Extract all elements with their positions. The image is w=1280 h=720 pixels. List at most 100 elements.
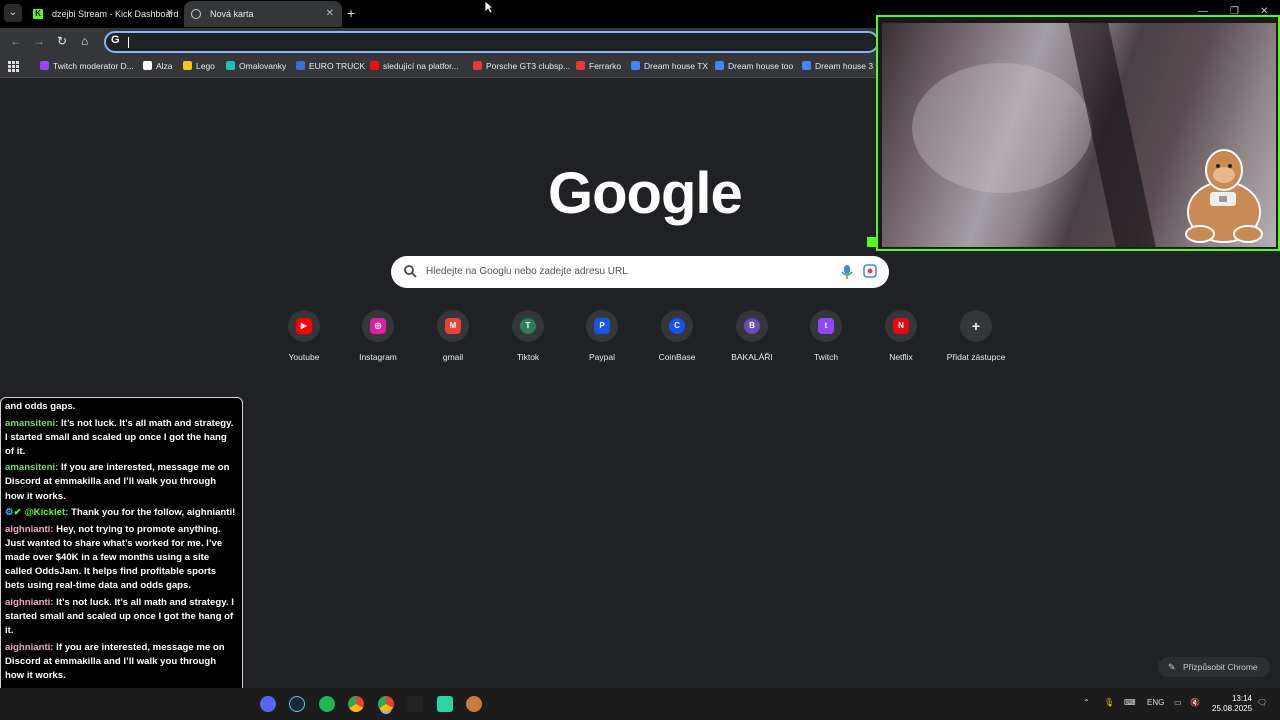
bot-badge-icon: ⚙ bbox=[5, 507, 14, 519]
tab-new-tab[interactable]: Nová karta ✕ bbox=[184, 1, 342, 27]
mouse-cursor-icon bbox=[484, 0, 494, 14]
chat-username: amansiteni: bbox=[5, 417, 59, 429]
google-logo: Google bbox=[548, 161, 743, 226]
notification-icon[interactable]: 🗨 bbox=[1257, 698, 1267, 707]
google-icon: G bbox=[111, 34, 120, 46]
page-icon bbox=[370, 61, 379, 70]
chat-username: amansiteni: bbox=[5, 462, 59, 474]
snowflake-icon bbox=[226, 61, 235, 70]
chat-username: aighnianti: bbox=[5, 523, 54, 535]
verified-badge-icon: ✔ bbox=[13, 507, 22, 519]
house-icon bbox=[715, 61, 724, 70]
chat-message: and odds gaps. bbox=[5, 400, 237, 414]
search-icon bbox=[404, 265, 417, 278]
chat-message: aighnianti: Hey, not trying to promote a… bbox=[5, 523, 237, 593]
steam-icon[interactable] bbox=[289, 696, 305, 712]
new-tab-button[interactable]: + bbox=[347, 5, 355, 21]
chrome-active-icon[interactable] bbox=[378, 696, 394, 712]
pencil-icon: ✎ bbox=[1168, 662, 1176, 672]
chrome-icon[interactable] bbox=[348, 696, 364, 712]
coinbase-icon: C bbox=[669, 318, 685, 334]
bookmark-porsche[interactable]: Porsche GT3 clubsp... bbox=[473, 60, 570, 72]
bookmark-dream-house-3[interactable]: Dream house 3 bbox=[802, 60, 873, 72]
stream-chat-overlay: and odds gaps. amansiteni: It’s not luck… bbox=[0, 397, 243, 720]
search-placeholder: Hledejte na Googlu nebo zadejte adresu U… bbox=[426, 266, 628, 277]
close-tab-icon[interactable]: ✕ bbox=[326, 1, 334, 27]
paypal-icon: P bbox=[594, 318, 610, 334]
audio-meter-icon[interactable] bbox=[407, 696, 423, 712]
kick-icon: K bbox=[33, 9, 43, 19]
bookmark-euro-truck[interactable]: EURO TRUCK bbox=[296, 60, 365, 72]
home-icon[interactable]: ⌂ bbox=[81, 34, 88, 48]
google-lens-icon[interactable] bbox=[863, 264, 877, 278]
app-icon[interactable] bbox=[437, 696, 453, 712]
gmail-icon: M bbox=[445, 318, 461, 334]
chat-message: aighnianti: If you are interested, messa… bbox=[5, 641, 237, 683]
network-icon[interactable]: ▭ bbox=[1174, 698, 1182, 707]
google-search-box[interactable]: Hledejte na Googlu nebo zadejte adresu U… bbox=[391, 256, 889, 288]
alza-icon bbox=[143, 61, 152, 70]
language-indicator[interactable]: ENG bbox=[1147, 698, 1164, 707]
microphone-icon[interactable]: 🎙 bbox=[1104, 698, 1114, 707]
bookmark-alza[interactable]: Alza bbox=[143, 60, 173, 72]
text-caret bbox=[128, 37, 129, 48]
globe-icon bbox=[191, 9, 201, 19]
plus-icon: + bbox=[968, 318, 984, 334]
chat-username: aighnianti: bbox=[5, 641, 54, 653]
clock-time: 13:14 bbox=[1231, 694, 1252, 703]
chat-text: and odds gaps. bbox=[5, 401, 76, 412]
address-bar[interactable]: G bbox=[104, 31, 879, 53]
twitch-icon bbox=[40, 61, 49, 70]
bookmark-lego[interactable]: Lego bbox=[183, 60, 215, 72]
shortcut-add[interactable]: + Přidat zástupce bbox=[931, 310, 1021, 362]
youtube-icon: ▶ bbox=[296, 318, 312, 334]
bookmark-twitch-moderator[interactable]: Twitch moderator D... bbox=[40, 60, 134, 72]
chat-username: @Kicklet: bbox=[24, 507, 69, 519]
car-icon bbox=[576, 61, 585, 70]
chat-message: amansiteni: It’s not luck. It’s all math… bbox=[5, 417, 237, 459]
close-tab-icon[interactable]: ✕ bbox=[166, 1, 174, 27]
resize-handle[interactable] bbox=[867, 237, 877, 247]
chat-username: aighnianti: bbox=[5, 596, 54, 608]
chat-message: ⚙✔ @Kicklet: Thank you for the follow, a… bbox=[5, 506, 237, 520]
clock-date: 25.08.2025 bbox=[1212, 704, 1253, 713]
forward-icon[interactable]: → bbox=[33, 34, 45, 48]
apps-grid-icon[interactable] bbox=[8, 61, 19, 72]
bookmark-omalovanky[interactable]: Omalovanky bbox=[226, 60, 286, 72]
house-icon bbox=[631, 61, 640, 70]
chat-text: Thank you for the follow, aighnianti! bbox=[68, 507, 236, 519]
tab-search-button[interactable]: ⌄ bbox=[4, 4, 22, 22]
tab-kick-dashboard[interactable]: K dzejbi Stream - Kick Dashboard ✕ bbox=[26, 1, 182, 27]
chat-message: aighnianti: It’s not luck. It’s all math… bbox=[5, 596, 237, 638]
instagram-icon: ◎ bbox=[370, 318, 386, 334]
chat-message: amansiteni: If you are interested, messa… bbox=[5, 461, 237, 503]
twitch-icon: t bbox=[818, 318, 834, 334]
bookmark-dream-house-tx[interactable]: Dream house TX bbox=[631, 60, 708, 72]
euro-truck-icon bbox=[296, 61, 305, 70]
tab-title: Nová karta bbox=[210, 9, 254, 19]
tiktok-icon: T bbox=[520, 318, 536, 334]
house-icon bbox=[802, 61, 811, 70]
tab-title: dzejbi Stream - Kick Dashboard bbox=[52, 9, 179, 19]
chat-messages: and odds gaps. amansiteni: It’s not luck… bbox=[5, 400, 237, 685]
volume-muted-icon[interactable]: 🔇 bbox=[1190, 698, 1200, 707]
customize-chrome-button[interactable]: ✎ Přizpůsobit Chrome bbox=[1158, 657, 1270, 677]
bookmark-dream-house-too[interactable]: Dream house too bbox=[715, 60, 793, 72]
gorilla-app-icon[interactable] bbox=[466, 696, 482, 712]
reload-icon[interactable]: ↻ bbox=[57, 34, 67, 48]
bookmark-ferrarko[interactable]: Ferrarko bbox=[576, 60, 621, 72]
windows-taskbar: ⌃ 🎙 ⌨ ENG ▭ 🔇 13:14 25.08.2025 🗨 bbox=[0, 688, 1280, 720]
chevron-up-icon[interactable]: ⌃ bbox=[1083, 698, 1090, 707]
gorilla-mascot-icon bbox=[1185, 149, 1263, 243]
keyboard-icon[interactable]: ⌨ bbox=[1124, 698, 1136, 707]
discord-icon[interactable] bbox=[260, 696, 276, 712]
lego-icon bbox=[183, 61, 192, 70]
system-clock[interactable]: 13:14 25.08.2025 bbox=[1212, 694, 1252, 714]
microphone-icon[interactable] bbox=[841, 264, 853, 280]
netflix-icon: N bbox=[893, 318, 909, 334]
back-icon[interactable]: ← bbox=[10, 34, 22, 48]
car-icon bbox=[473, 61, 482, 70]
bakalari-icon: B bbox=[744, 318, 760, 334]
bookmark-sledujici[interactable]: sledující na platfor... bbox=[370, 60, 459, 72]
spotify-icon[interactable] bbox=[319, 696, 335, 712]
